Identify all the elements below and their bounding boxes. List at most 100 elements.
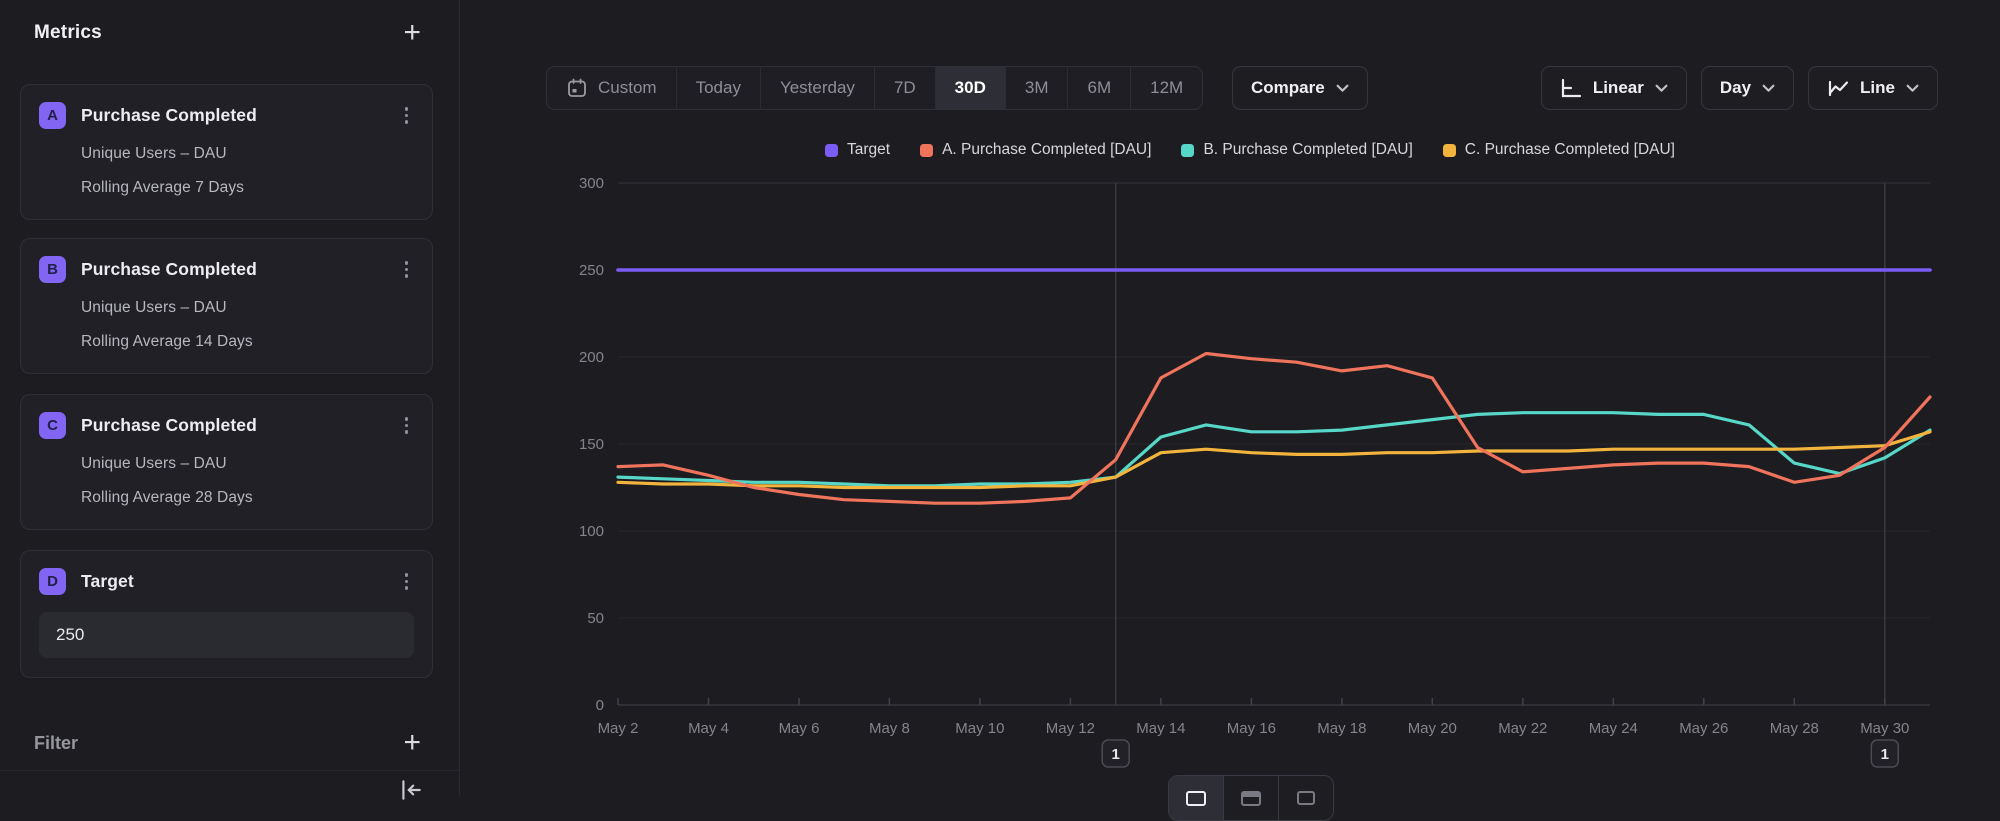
chart-view-icon bbox=[1186, 791, 1206, 806]
range-option-label: 6M bbox=[1087, 78, 1111, 98]
line-chart-icon bbox=[1827, 78, 1849, 99]
chevron-down-icon bbox=[1906, 84, 1919, 93]
svg-text:May 4: May 4 bbox=[688, 720, 729, 737]
filter-section: Filter + bbox=[34, 730, 421, 756]
legend-item[interactable]: Target bbox=[825, 141, 890, 159]
range-option-label: 12M bbox=[1150, 78, 1183, 98]
series-line bbox=[618, 354, 1930, 504]
svg-text:1: 1 bbox=[1112, 746, 1120, 763]
metric-transform: Rolling Average 28 Days bbox=[81, 489, 414, 507]
legend-item[interactable]: A. Purchase Completed [DAU] bbox=[920, 141, 1151, 159]
collapse-left-icon bbox=[398, 777, 424, 803]
plus-icon: + bbox=[403, 16, 421, 49]
chart-type-label: Line bbox=[1860, 78, 1895, 98]
svg-text:100: 100 bbox=[579, 523, 604, 540]
interval-label: Day bbox=[1720, 78, 1751, 98]
range-option-yesterday[interactable]: Yesterday bbox=[760, 67, 874, 109]
legend-swatch bbox=[1181, 144, 1194, 157]
target-card[interactable]: D Target 250 bbox=[20, 550, 433, 678]
metric-measure: Unique Users – DAU bbox=[81, 299, 414, 317]
metrics-sidebar: Metrics + A Purchase Completed Unique Us… bbox=[0, 0, 460, 796]
view-toggle-card[interactable] bbox=[1278, 776, 1333, 820]
compare-label: Compare bbox=[1251, 78, 1325, 98]
legend-label: B. Purchase Completed [DAU] bbox=[1203, 141, 1412, 159]
range-option-30d[interactable]: 30D bbox=[935, 67, 1005, 109]
series-line bbox=[618, 432, 1930, 488]
metric-title: Purchase Completed bbox=[81, 259, 384, 280]
svg-text:1: 1 bbox=[1881, 746, 1889, 763]
svg-text:50: 50 bbox=[587, 610, 604, 627]
add-filter-button[interactable]: + bbox=[403, 730, 421, 756]
svg-text:200: 200 bbox=[579, 349, 604, 366]
legend-item[interactable]: B. Purchase Completed [DAU] bbox=[1181, 141, 1412, 159]
range-option-6m[interactable]: 6M bbox=[1067, 67, 1130, 109]
scale-label: Linear bbox=[1593, 78, 1644, 98]
metric-title: Purchase Completed bbox=[81, 105, 384, 126]
sidebar-divider bbox=[0, 770, 459, 771]
scale-button[interactable]: Linear bbox=[1541, 66, 1687, 110]
range-option-label: 7D bbox=[894, 78, 916, 98]
annotation-badge[interactable]: 1 bbox=[1102, 740, 1129, 767]
legend-item[interactable]: C. Purchase Completed [DAU] bbox=[1443, 141, 1675, 159]
range-option-7d[interactable]: 7D bbox=[874, 67, 935, 109]
compare-button[interactable]: Compare bbox=[1232, 66, 1368, 110]
range-option-custom[interactable]: Custom bbox=[547, 67, 676, 109]
sidebar-header: Metrics + bbox=[34, 20, 421, 46]
svg-text:May 2: May 2 bbox=[598, 720, 639, 737]
view-switcher bbox=[1168, 775, 1334, 821]
svg-text:May 24: May 24 bbox=[1589, 720, 1638, 737]
svg-text:May 18: May 18 bbox=[1317, 720, 1366, 737]
chevron-down-icon bbox=[1655, 84, 1668, 93]
y-gridlines: 050100150200250300 bbox=[579, 175, 1930, 714]
svg-text:May 12: May 12 bbox=[1046, 720, 1095, 737]
svg-text:150: 150 bbox=[579, 436, 604, 453]
chart-type-button[interactable]: Line bbox=[1808, 66, 1938, 110]
kebab-menu-icon[interactable] bbox=[399, 412, 415, 439]
svg-text:May 16: May 16 bbox=[1227, 720, 1276, 737]
linear-scale-icon bbox=[1560, 78, 1582, 99]
svg-text:May 20: May 20 bbox=[1408, 720, 1457, 737]
calendar-icon bbox=[566, 77, 588, 99]
svg-text:300: 300 bbox=[579, 175, 604, 192]
chart-settings-toolbar: Linear Day Line bbox=[1541, 66, 1938, 110]
kebab-menu-icon[interactable] bbox=[399, 568, 415, 595]
collapse-sidebar-button[interactable] bbox=[398, 777, 424, 806]
view-toggle-table[interactable] bbox=[1223, 776, 1278, 820]
svg-text:May 10: May 10 bbox=[955, 720, 1004, 737]
range-option-label: Today bbox=[696, 78, 741, 98]
target-value-input[interactable]: 250 bbox=[39, 612, 414, 658]
metric-badge-d: D bbox=[39, 568, 66, 595]
svg-text:May 28: May 28 bbox=[1770, 720, 1819, 737]
chevron-down-icon bbox=[1336, 84, 1349, 93]
legend-swatch bbox=[825, 144, 838, 157]
target-title: Target bbox=[81, 571, 384, 592]
range-option-3m[interactable]: 3M bbox=[1005, 67, 1068, 109]
metric-card-header: C Purchase Completed bbox=[39, 412, 414, 439]
chart-legend: Target A. Purchase Completed [DAU] B. Purc… bbox=[460, 141, 2000, 159]
range-option-label: 30D bbox=[955, 78, 986, 98]
metric-card-header: A Purchase Completed bbox=[39, 102, 414, 129]
svg-text:May 14: May 14 bbox=[1136, 720, 1185, 737]
svg-text:May 22: May 22 bbox=[1498, 720, 1547, 737]
svg-text:May 8: May 8 bbox=[869, 720, 910, 737]
metric-card-c[interactable]: C Purchase Completed Unique Users – DAU … bbox=[20, 394, 433, 530]
metric-badge-b: B bbox=[39, 256, 66, 283]
chart-panel: 050100150200250300May 2May 4May 6May 8Ma… bbox=[460, 0, 2000, 796]
add-metric-button[interactable]: + bbox=[403, 20, 421, 46]
card-view-icon bbox=[1297, 791, 1315, 805]
range-option-12m[interactable]: 12M bbox=[1130, 67, 1202, 109]
metrics-heading: Metrics bbox=[34, 22, 102, 44]
range-option-today[interactable]: Today bbox=[676, 67, 760, 109]
metric-card-b[interactable]: B Purchase Completed Unique Users – DAU … bbox=[20, 238, 433, 374]
metric-card-a[interactable]: A Purchase Completed Unique Users – DAU … bbox=[20, 84, 433, 220]
kebab-menu-icon[interactable] bbox=[399, 256, 415, 283]
annotation-badge[interactable]: 1 bbox=[1871, 740, 1898, 767]
range-option-label: 3M bbox=[1025, 78, 1049, 98]
table-view-icon bbox=[1241, 791, 1261, 806]
interval-button[interactable]: Day bbox=[1701, 66, 1794, 110]
metric-measure: Unique Users – DAU bbox=[81, 455, 414, 473]
view-toggle-chart[interactable] bbox=[1169, 776, 1223, 820]
metric-badge-c: C bbox=[39, 412, 66, 439]
chevron-down-icon bbox=[1762, 84, 1775, 93]
kebab-menu-icon[interactable] bbox=[399, 102, 415, 129]
